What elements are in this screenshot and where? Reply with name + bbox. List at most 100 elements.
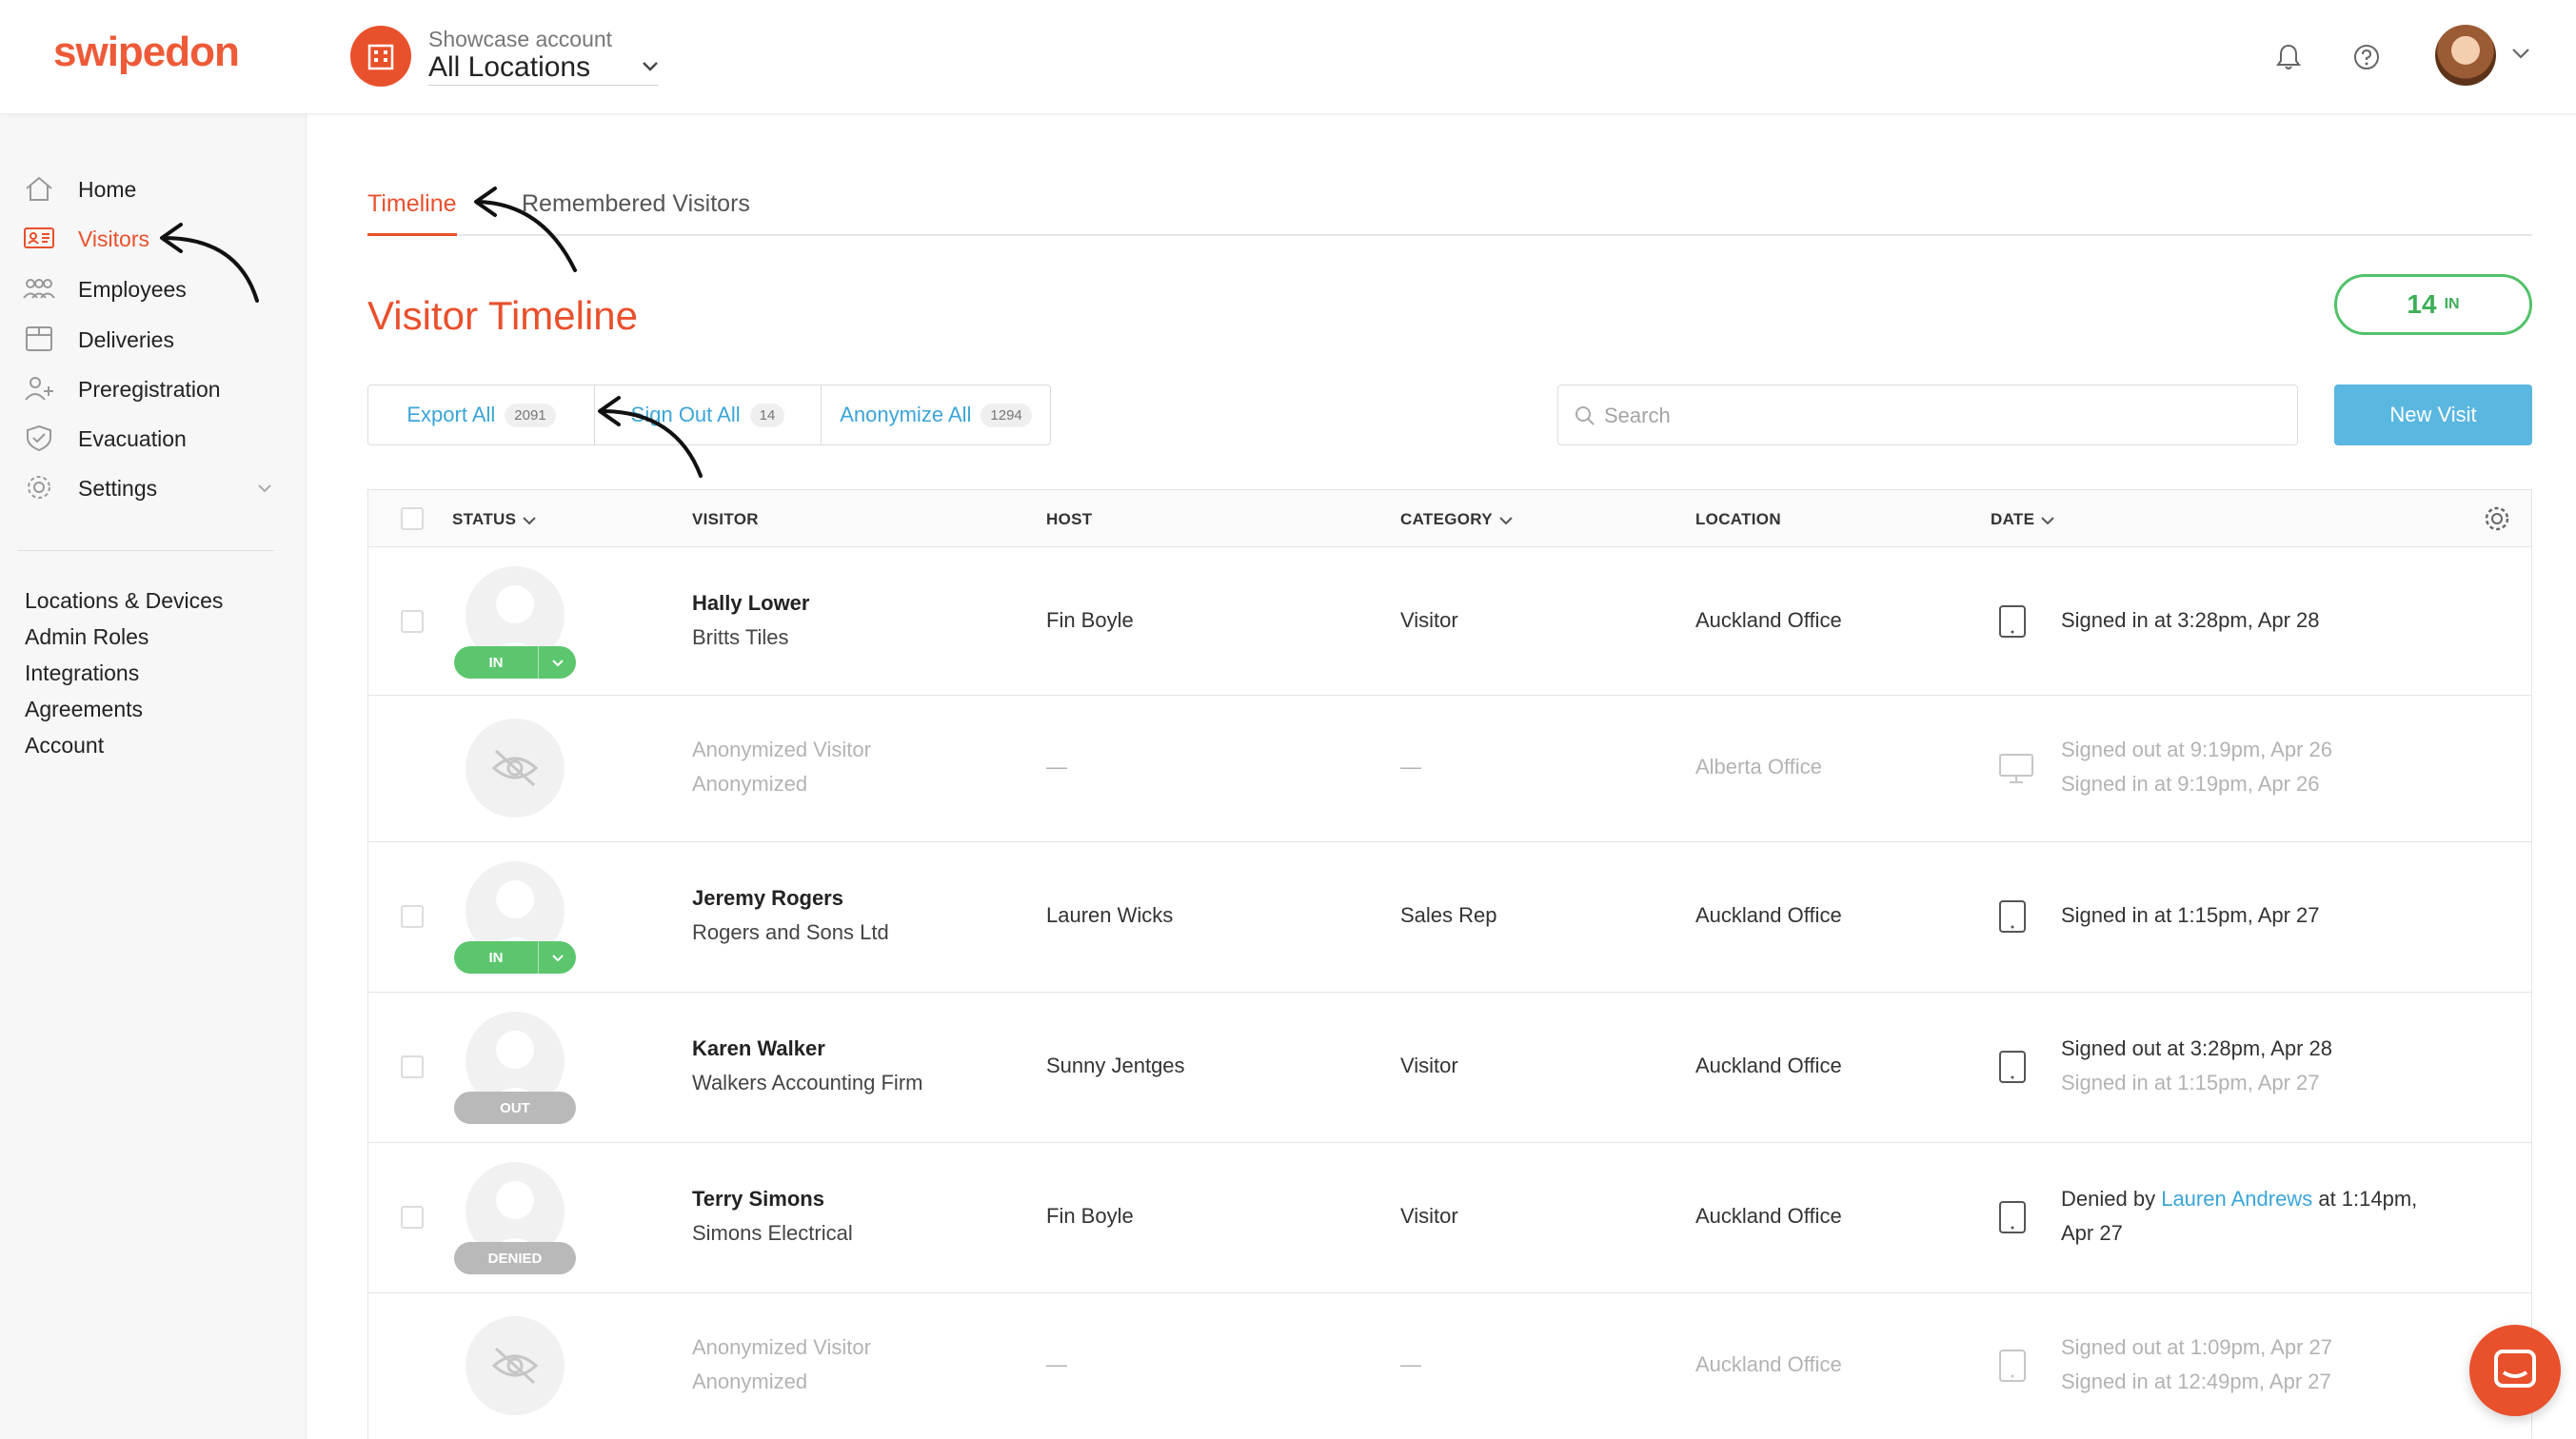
category: — <box>1400 755 1421 779</box>
visitor-table: STATUS VISITOR HOST CATEGORY LOCATION DA… <box>367 489 2532 1439</box>
date-secondary: Signed in at 12:49pm, Apr 27 <box>2061 1370 2331 1393</box>
sidebar-item-label: Evacuation <box>78 426 187 451</box>
row-checkbox[interactable] <box>401 610 424 633</box>
chevron-down-icon <box>523 516 536 524</box>
location-select-value: All Locations <box>428 51 591 83</box>
new-visit-button[interactable]: New Visit <box>2334 384 2532 445</box>
tab-timeline[interactable]: Timeline <box>367 190 457 236</box>
denied-by-link[interactable]: Lauren Andrews <box>2161 1187 2312 1211</box>
sidebar-item-home[interactable]: Home <box>0 164 307 213</box>
tablet-icon <box>1999 900 2026 933</box>
sidebar-link-agreements[interactable]: Agreements <box>25 697 143 722</box>
visitor-company: Britts Tiles <box>692 625 789 649</box>
row-checkbox[interactable] <box>401 1055 424 1078</box>
host-name: Fin Boyle <box>1046 1204 1134 1228</box>
table-row[interactable]: DENIED Terry Simons Simons Electrical Fi… <box>368 1143 2531 1293</box>
row-checkbox[interactable] <box>401 1206 424 1229</box>
column-category-label: CATEGORY <box>1400 510 1493 528</box>
sidebar-item-deliveries[interactable]: Deliveries <box>0 314 307 364</box>
app-root: swipedon Showcase account All Locations … <box>0 0 2576 1439</box>
visitor-name[interactable]: Anonymized Visitor <box>692 1335 871 1360</box>
column-status-label: STATUS <box>452 510 517 528</box>
page-title: Visitor Timeline <box>367 293 638 338</box>
bell-icon[interactable] <box>2273 42 2304 72</box>
chevron-down-icon <box>1499 516 1513 524</box>
search-box <box>1557 384 2298 445</box>
host-name: — <box>1046 755 1067 779</box>
sign-out-all-button[interactable]: Sign Out All 14 <box>595 385 822 444</box>
location: Auckland Office <box>1695 1054 1842 1077</box>
select-all-checkbox[interactable] <box>401 507 424 530</box>
status-label: IN <box>488 949 504 966</box>
host-name: Lauren Wicks <box>1046 903 1174 927</box>
sidebar-link-admin-roles[interactable]: Admin Roles <box>25 624 149 650</box>
swipedon-logo[interactable]: swipedon <box>53 29 240 76</box>
chat-launcher[interactable] <box>2469 1325 2561 1416</box>
visitor-name[interactable]: Anonymized Visitor <box>692 738 871 762</box>
visitor-name[interactable]: Terry Simons <box>692 1187 824 1212</box>
date-primary: Denied by Lauren Andrews at 1:14pm, <box>2061 1187 2417 1212</box>
status-badge[interactable]: DENIED <box>454 1242 576 1274</box>
sidebar-item-label: Preregistration <box>78 377 221 402</box>
date-primary: Signed in at 3:28pm, Apr 28 <box>2061 608 2320 632</box>
status-badge[interactable]: IN <box>454 646 576 679</box>
export-all-button[interactable]: Export All 2091 <box>368 385 595 444</box>
status-badge[interactable]: OUT <box>454 1092 576 1124</box>
gear-icon[interactable] <box>2484 505 2510 532</box>
tablet-icon <box>1999 1201 2026 1233</box>
tablet-icon <box>1999 605 2026 638</box>
visitor-name[interactable]: Jeremy Rogers <box>692 886 843 911</box>
user-avatar[interactable] <box>2435 25 2496 86</box>
sidebar-item-preregistration[interactable]: Preregistration <box>0 364 307 413</box>
location-select[interactable]: All Locations <box>428 51 659 86</box>
sidebar-link-locations-devices[interactable]: Locations & Devices <box>25 588 223 614</box>
sidebar-item-settings[interactable]: Settings <box>0 463 307 512</box>
denied-time: at 1:14pm, <box>2318 1187 2418 1211</box>
table-row[interactable]: Anonymized Visitor Anonymized — — Auckla… <box>368 1293 2531 1439</box>
anonymize-all-button[interactable]: Anonymize All 1294 <box>822 385 1050 444</box>
column-host: HOST <box>1046 510 1093 528</box>
table-row[interactable]: IN Hally Lower Britts Tiles Fin Boyle Vi… <box>368 547 2531 696</box>
help-icon[interactable] <box>2351 42 2382 72</box>
employees-icon <box>23 279 55 299</box>
search-input[interactable] <box>1604 397 2270 435</box>
account-label: Showcase account <box>428 27 613 51</box>
sidebar-item-label: Deliveries <box>78 327 174 352</box>
main-content: Timeline Remembered Visitors Visitor Tim… <box>307 114 2576 1439</box>
date-secondary: Signed in at 9:19pm, Apr 26 <box>2061 772 2320 796</box>
chevron-down-icon <box>643 62 658 71</box>
tab-bar: Timeline Remembered Visitors <box>367 190 2532 236</box>
row-checkbox[interactable] <box>401 905 424 928</box>
column-status[interactable]: STATUS <box>452 510 537 529</box>
date-primary: Signed out at 1:09pm, Apr 27 <box>2061 1335 2332 1359</box>
visitor-company: Rogers and Sons Ltd <box>692 920 889 944</box>
visitor-name[interactable]: Hally Lower <box>692 591 809 616</box>
anonymize-all-label: Anonymize All <box>840 403 972 426</box>
sidebar-item-evacuation[interactable]: Evacuation <box>0 413 307 463</box>
sidebar-link-integrations[interactable]: Integrations <box>25 660 139 686</box>
table-row[interactable]: Anonymized Visitor Anonymized — — Albert… <box>368 696 2531 842</box>
location: Auckland Office <box>1695 608 1842 632</box>
date-primary: Signed out at 3:28pm, Apr 28 <box>2061 1036 2332 1060</box>
location: Auckland Office <box>1695 1352 1842 1376</box>
bulk-actions: Export All 2091 Sign Out All 14 Anonymiz… <box>367 384 1051 445</box>
table-row[interactable]: IN Jeremy Rogers Rogers and Sons Ltd Lau… <box>368 842 2531 993</box>
chevron-down-icon[interactable] <box>2511 48 2530 61</box>
sidebar-item-label: Employees <box>78 277 187 302</box>
tab-remembered-visitors[interactable]: Remembered Visitors <box>522 190 750 236</box>
table-row[interactable]: OUT Karen Walker Walkers Accounting Firm… <box>368 993 2531 1143</box>
anonymize-count-badge: 1294 <box>981 403 1032 427</box>
sidebar-item-visitors[interactable]: Visitors <box>0 213 307 263</box>
column-date[interactable]: DATE <box>1991 510 2055 529</box>
column-category[interactable]: CATEGORY <box>1400 510 1514 529</box>
status-badge[interactable]: IN <box>454 941 576 974</box>
building-icon[interactable] <box>350 26 411 87</box>
chevron-down-icon <box>551 954 564 961</box>
date-primary: Signed out at 9:19pm, Apr 26 <box>2061 738 2332 761</box>
sidebar: Home Visitors Employees Deliveries Prere… <box>0 114 307 1439</box>
sidebar-link-account[interactable]: Account <box>25 733 104 759</box>
in-count-badge[interactable]: 14 IN <box>2334 274 2532 335</box>
visitor-name[interactable]: Karen Walker <box>692 1036 825 1061</box>
table-header: STATUS VISITOR HOST CATEGORY LOCATION DA… <box>368 490 2531 547</box>
sidebar-item-employees[interactable]: Employees <box>0 264 307 313</box>
